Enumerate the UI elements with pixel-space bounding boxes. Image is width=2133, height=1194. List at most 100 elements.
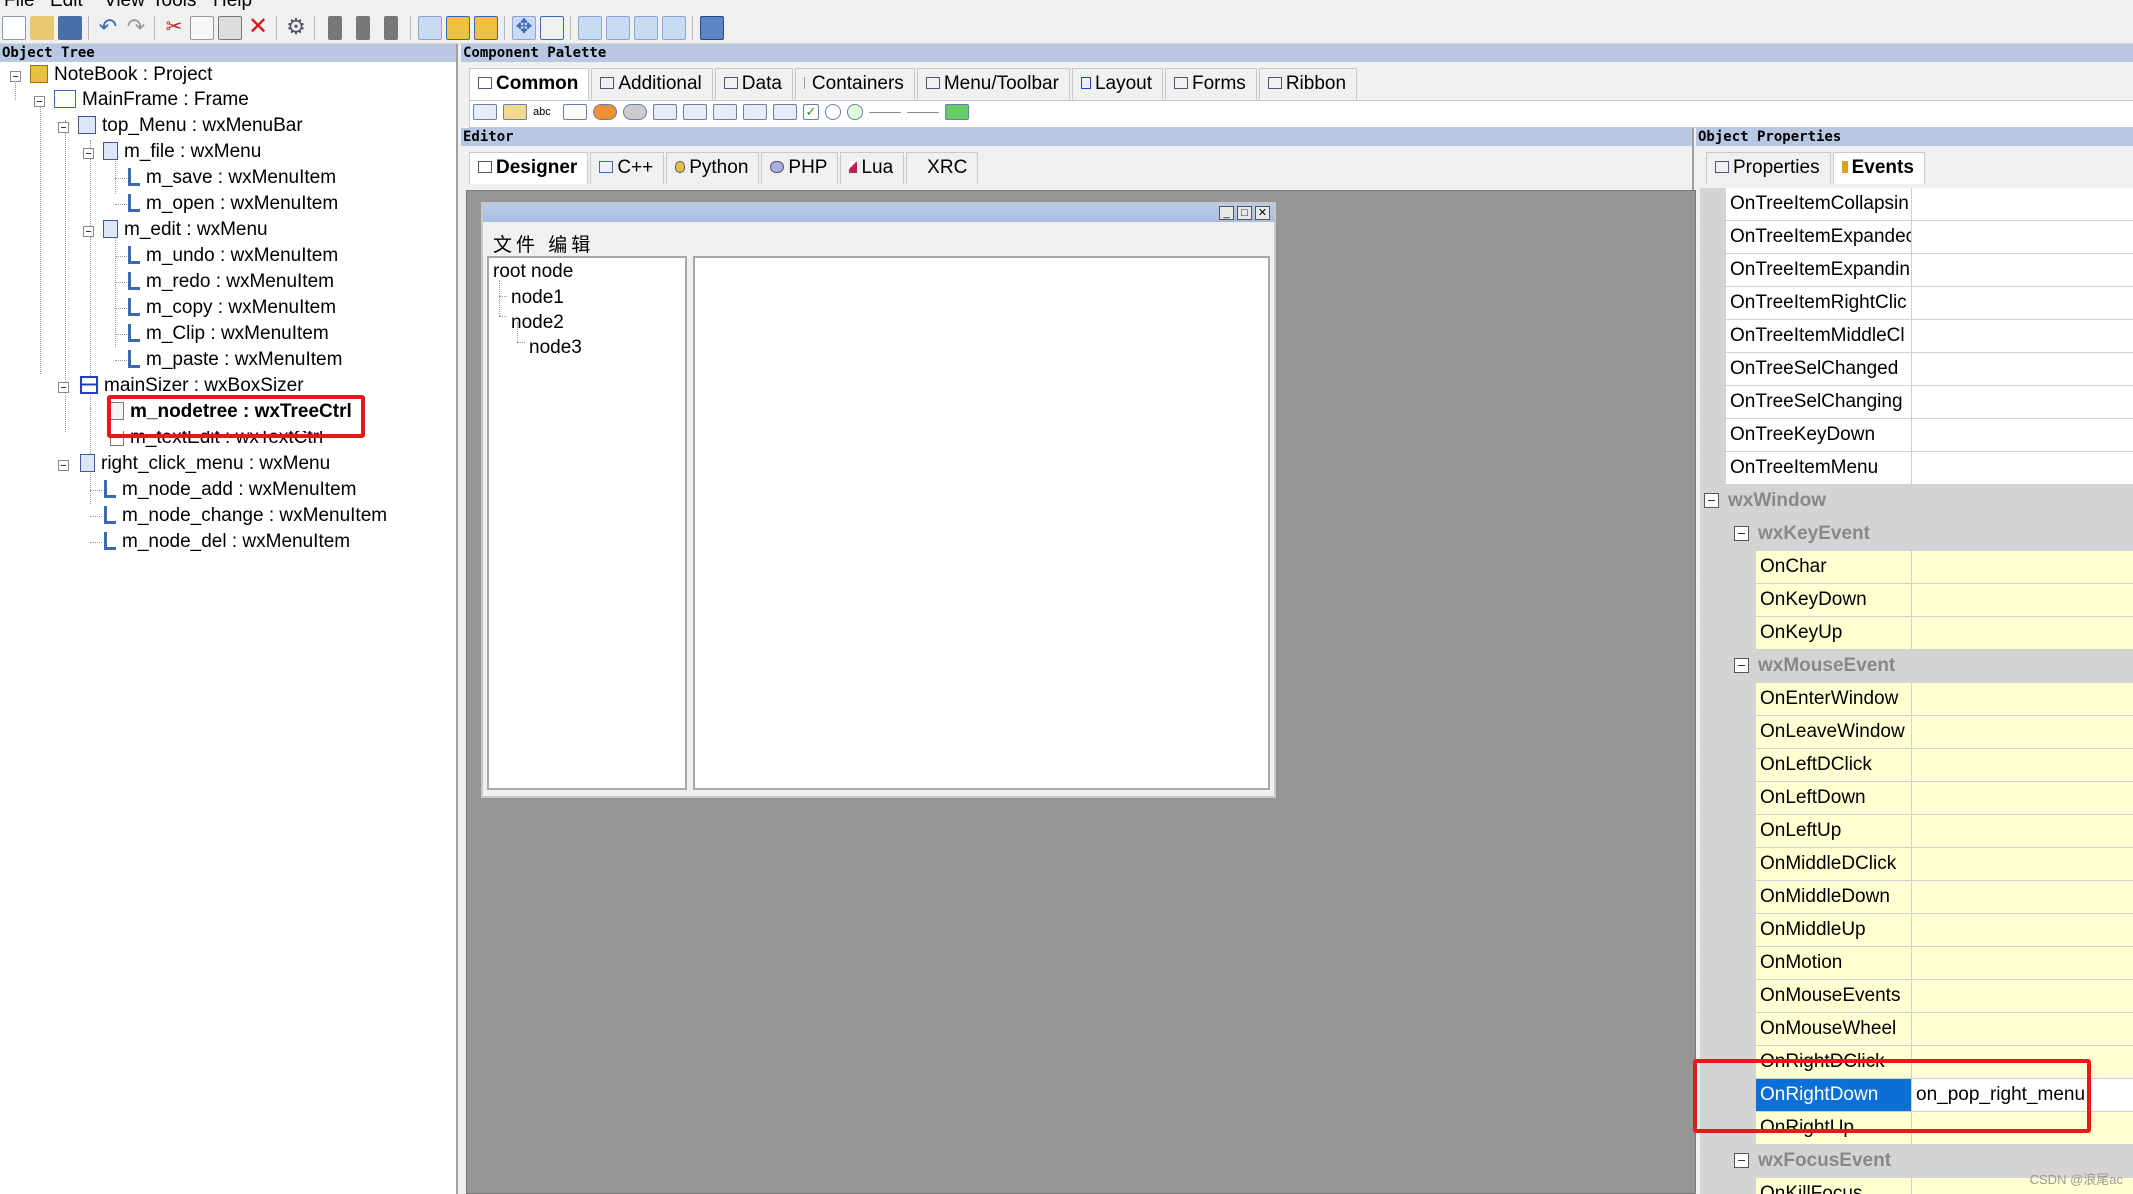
undo-icon[interactable]: ↶ (96, 16, 120, 40)
tab-ribbon[interactable]: Ribbon (1258, 68, 1358, 100)
event-row[interactable]: OnTreeItemExpandec (1700, 221, 2133, 254)
event-row[interactable]: OnMotion (1700, 947, 2133, 980)
event-handler-value[interactable] (1911, 1013, 2133, 1045)
collapse-toggle-right-click-menu[interactable] (58, 460, 69, 471)
event-handler-value[interactable] (1911, 815, 2133, 847)
category-wxkeyevent[interactable]: wxKeyEvent (1700, 518, 2133, 550)
event-handler-value[interactable] (1911, 254, 2133, 286)
event-row[interactable]: OnLeaveWindow (1700, 716, 2133, 749)
event-row[interactable]: OnTreeKeyDown (1700, 419, 2133, 452)
collapse-toggle-icon[interactable] (1734, 526, 1749, 541)
preview-node3[interactable]: node3 (529, 335, 582, 361)
border-bottom-icon[interactable] (662, 16, 686, 40)
event-handler-value[interactable] (1911, 386, 2133, 418)
redo-icon[interactable]: ↷ (124, 16, 148, 40)
tree-node-right-click-menu[interactable]: right_click_menu : wxMenu (80, 451, 330, 477)
event-handler-value[interactable] (1911, 221, 2133, 253)
tab-designer[interactable]: Designer (469, 152, 589, 184)
close-icon[interactable]: ✕ (1255, 206, 1270, 220)
event-handler-value[interactable] (1911, 353, 2133, 385)
event-row[interactable]: OnMouseWheel (1700, 1013, 2133, 1046)
open-icon[interactable] (30, 16, 54, 40)
event-handler-value[interactable] (1911, 782, 2133, 814)
collapse-toggle-project[interactable] (10, 71, 21, 82)
preview-node1[interactable]: node1 (511, 285, 564, 311)
frame-menubar[interactable]: 文件 编辑 (493, 230, 594, 257)
paste-icon[interactable] (218, 16, 242, 40)
combobox-icon[interactable] (623, 104, 647, 120)
tab-additional[interactable]: Additional (591, 68, 713, 100)
tab-layout[interactable]: Layout (1071, 68, 1163, 100)
tab-properties[interactable]: Properties (1706, 152, 1831, 184)
event-handler-value[interactable] (1911, 848, 2133, 880)
gear-icon[interactable]: ⚙ (284, 16, 308, 40)
tree-node-m-edit[interactable]: m_edit : wxMenu (103, 217, 268, 243)
new-icon[interactable] (2, 16, 26, 40)
tree-node-m-node-add[interactable]: m_node_add : wxMenuItem (104, 477, 356, 503)
border-left-icon[interactable] (578, 16, 602, 40)
expand-horizontal-icon[interactable] (418, 16, 442, 40)
event-row[interactable]: OnTreeItemExpandin (1700, 254, 2133, 287)
table-component-icon[interactable] (773, 104, 797, 120)
delete-icon[interactable]: ✕ (246, 15, 270, 40)
tree-node-m-node-del[interactable]: m_node_del : wxMenuItem (104, 529, 350, 555)
align-left-icon[interactable] (328, 16, 342, 40)
event-row[interactable]: OnMiddleDown (1700, 881, 2133, 914)
preview-text-ctrl[interactable] (693, 256, 1270, 790)
tab-forms[interactable]: Forms (1164, 68, 1257, 100)
preview-node2[interactable]: node2 (511, 310, 564, 336)
maximize-icon[interactable]: □ (1237, 206, 1252, 220)
tree-node-m-node-change[interactable]: m_node_change : wxMenuItem (104, 503, 387, 529)
tab-menu-toolbar[interactable]: Menu/Toolbar (916, 68, 1070, 100)
event-row[interactable]: OnMouseEvents (1700, 980, 2133, 1013)
tree-node-m-undo[interactable]: m_undo : wxMenuItem (128, 243, 338, 269)
tab-php[interactable]: PHP (761, 152, 839, 184)
event-row[interactable]: OnKeyDown (1700, 584, 2133, 617)
event-handler-value[interactable] (1911, 320, 2133, 352)
event-row[interactable]: OnTreeItemMiddleCl (1700, 320, 2133, 353)
listctrl-icon[interactable] (713, 104, 737, 120)
choice-icon[interactable] (653, 104, 677, 120)
tree-node-m-redo[interactable]: m_redo : wxMenuItem (128, 269, 334, 295)
event-handler-value[interactable] (1911, 188, 2133, 220)
collapse-toggle-m-file[interactable] (83, 148, 94, 159)
tab-events[interactable]: Events (1832, 152, 1925, 184)
tree-node-top-menu[interactable]: top_Menu : wxMenuBar (78, 113, 303, 139)
border-top-icon[interactable] (634, 16, 658, 40)
tab-containers[interactable]: Containers (794, 68, 915, 100)
event-row[interactable]: OnKeyUp (1700, 617, 2133, 650)
event-row[interactable]: OnLeftDown (1700, 782, 2133, 815)
preview-root-node[interactable]: root node (493, 259, 573, 285)
collapse-toggle-icon[interactable] (1704, 493, 1719, 508)
menu-file[interactable]: File (4, 0, 35, 12)
static-text-icon[interactable]: abc (533, 104, 557, 120)
event-row[interactable]: OnTreeSelChanged (1700, 353, 2133, 386)
collapse-toggle-icon[interactable] (1734, 1153, 1749, 1168)
event-row[interactable]: OnTreeItemRightClic (1700, 287, 2133, 320)
align-right-icon[interactable] (384, 16, 398, 40)
menu-help[interactable]: Help (213, 0, 252, 12)
event-handler-value[interactable] (1911, 683, 2133, 715)
event-row[interactable]: OnTreeItemMenu (1700, 452, 2133, 485)
tab-python[interactable]: Python (666, 152, 760, 184)
event-handler-value[interactable] (1911, 452, 2133, 484)
event-row[interactable]: OnTreeItemCollapsin (1700, 188, 2133, 221)
tab-xrc[interactable]: XRC (906, 152, 979, 184)
radio-group-icon[interactable] (847, 104, 863, 120)
bitmap-button-icon[interactable] (503, 104, 527, 120)
collapse-toggle-sizer[interactable] (58, 382, 69, 393)
align-center-icon[interactable] (356, 16, 370, 40)
event-row[interactable]: OnMiddleUp (1700, 914, 2133, 947)
wrap-icon[interactable] (700, 16, 724, 40)
border-right-icon[interactable] (606, 16, 630, 40)
designer-canvas[interactable]: _ □ ✕ 文件 编辑 root node node1 node2 node3 (466, 190, 1696, 1194)
collapse-toggle-frame[interactable] (34, 96, 45, 107)
tree-node-mainframe[interactable]: MainFrame : Frame (54, 87, 249, 113)
grid-component-icon[interactable] (743, 104, 767, 120)
checkbox-component-icon[interactable]: ✓ (803, 104, 819, 120)
align-top-icon[interactable] (446, 16, 470, 40)
category-wxmouseevent[interactable]: wxMouseEvent (1700, 650, 2133, 682)
slider-icon[interactable] (907, 112, 939, 113)
cut-icon[interactable]: ✂ (162, 16, 186, 40)
event-handler-value[interactable] (1911, 419, 2133, 451)
